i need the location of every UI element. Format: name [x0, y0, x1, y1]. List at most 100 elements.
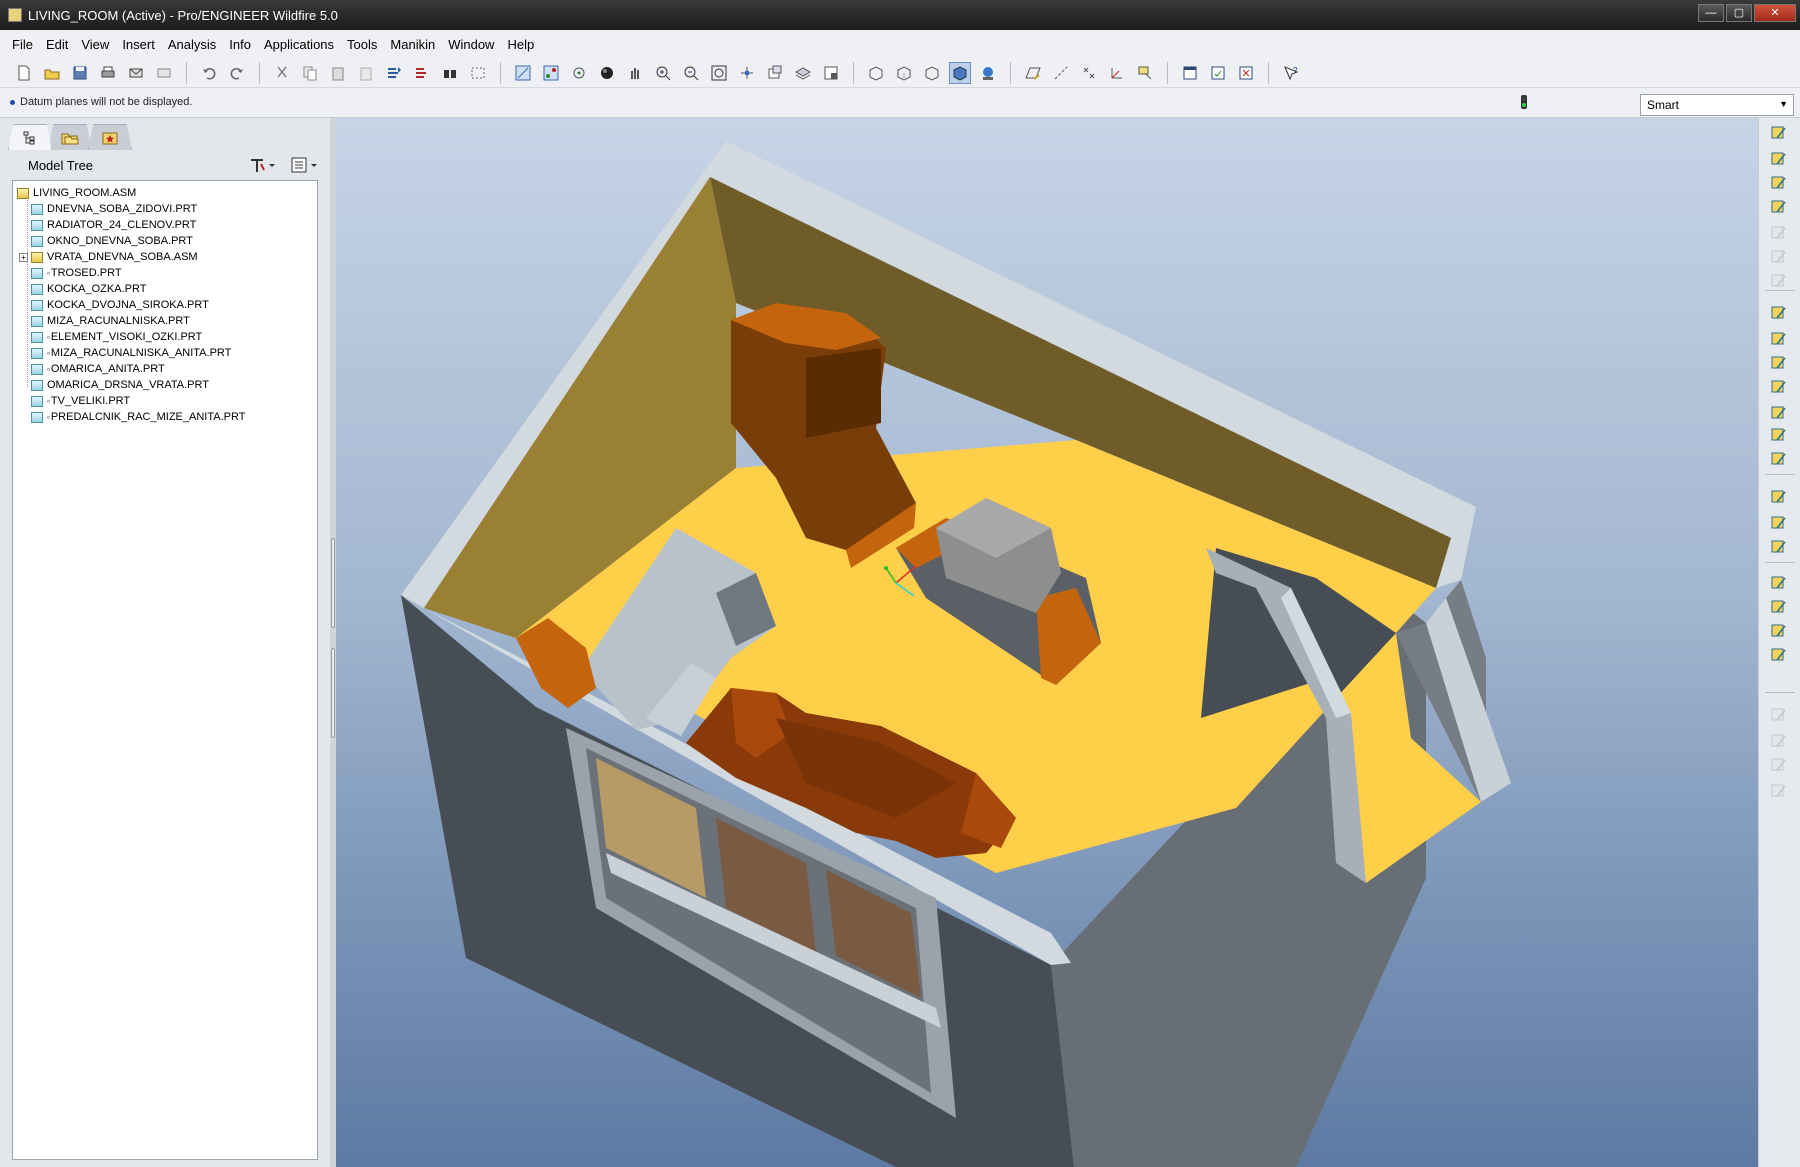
- copy-icon[interactable]: [299, 62, 321, 84]
- refit-icon[interactable]: [708, 62, 730, 84]
- selection-filter-dropdown[interactable]: Smart ▼: [1640, 94, 1794, 116]
- tab-folder-browser[interactable]: [48, 124, 92, 150]
- datum-point-icon[interactable]: [1768, 402, 1790, 424]
- menu-window[interactable]: Window: [442, 37, 500, 52]
- zoom-in-icon[interactable]: [652, 62, 674, 84]
- datum-axis-icon[interactable]: [1768, 352, 1790, 374]
- expand-icon[interactable]: +: [19, 252, 28, 262]
- model-tree-item[interactable]: LIVING_ROOM.ASM: [17, 185, 136, 201]
- datum-curve-icon[interactable]: [1768, 376, 1790, 398]
- menu-analysis[interactable]: Analysis: [162, 37, 222, 52]
- context-help-icon[interactable]: ?: [1280, 62, 1302, 84]
- model-tree-item[interactable]: KOCKA_DVOJNA_SIROKA.PRT: [31, 297, 209, 313]
- model-tree-item[interactable]: MIZA_RACUNALNISKA.PRT: [31, 313, 190, 329]
- close-button[interactable]: ✕: [1754, 4, 1796, 22]
- save-icon[interactable]: [69, 62, 91, 84]
- window-exit-icon[interactable]: [1235, 62, 1257, 84]
- datum-axes-icon[interactable]: [540, 62, 562, 84]
- menu-help[interactable]: Help: [501, 37, 540, 52]
- point-icon[interactable]: [568, 62, 590, 84]
- sketch-icon[interactable]: [1768, 302, 1790, 324]
- csys-display-icon[interactable]: [1106, 62, 1128, 84]
- select-box-icon[interactable]: [467, 62, 489, 84]
- datum-axis-display-icon[interactable]: [1050, 62, 1072, 84]
- traffic-light-icon[interactable]: [1516, 94, 1532, 112]
- new-file-icon[interactable]: [13, 62, 35, 84]
- wireframe-icon[interactable]: [865, 62, 887, 84]
- menu-view[interactable]: View: [75, 37, 115, 52]
- regenerate-manager-icon[interactable]: [411, 62, 433, 84]
- model-tree-item[interactable]: OMARICA_DRSNA_VRATA.PRT: [31, 377, 209, 393]
- zoom-out-icon[interactable]: [680, 62, 702, 84]
- open-file-icon[interactable]: [41, 62, 63, 84]
- annotation-display-icon[interactable]: [1134, 62, 1156, 84]
- model-tree-item[interactable]: ▫ PREDALCNIK_RAC_MIZE_ANITA.PRT: [31, 409, 245, 425]
- paste-icon[interactable]: [327, 62, 349, 84]
- shading-sphere-icon[interactable]: [596, 62, 618, 84]
- reorient-icon[interactable]: [736, 62, 758, 84]
- undo-icon[interactable]: [198, 62, 220, 84]
- show-dropdown-icon[interactable]: [290, 156, 320, 174]
- datum-planes-icon[interactable]: [512, 62, 534, 84]
- graphics-viewport[interactable]: [336, 118, 1758, 1167]
- cut-icon[interactable]: [271, 62, 293, 84]
- layers-icon[interactable]: [792, 62, 814, 84]
- no-hidden-icon[interactable]: [921, 62, 943, 84]
- shading-icon[interactable]: [949, 61, 971, 84]
- model-tree-item[interactable]: + VRATA_DNEVNA_SOBA.ASM: [19, 249, 198, 265]
- find-icon[interactable]: [439, 62, 461, 84]
- manikin-icon[interactable]: [1768, 196, 1790, 218]
- menu-tools[interactable]: Tools: [341, 37, 383, 52]
- settings-dropdown-icon[interactable]: [248, 156, 278, 174]
- splitter-grip[interactable]: [331, 538, 335, 628]
- model-tree-item[interactable]: ▫ TROSED.PRT: [31, 265, 122, 281]
- enhanced-realism-icon[interactable]: [977, 62, 999, 84]
- regenerate-icon[interactable]: [383, 62, 405, 84]
- tab-model-tree[interactable]: [8, 124, 52, 150]
- menu-applications[interactable]: Applications: [258, 37, 340, 52]
- redo-icon[interactable]: [226, 62, 248, 84]
- window-close-icon[interactable]: [1207, 62, 1229, 84]
- menu-edit[interactable]: Edit: [40, 37, 74, 52]
- menu-insert[interactable]: Insert: [116, 37, 161, 52]
- package-icon[interactable]: [1768, 172, 1790, 194]
- hidden-line-icon[interactable]: [893, 62, 915, 84]
- datum-plane-icon[interactable]: [1768, 328, 1790, 350]
- model-tree-item[interactable]: ▫ OMARICA_ANITA.PRT: [31, 361, 165, 377]
- component-create-icon[interactable]: [1768, 148, 1790, 170]
- view-manager-icon[interactable]: [820, 62, 842, 84]
- analysis-icon[interactable]: [1768, 512, 1790, 534]
- paste-special-icon[interactable]: [355, 62, 377, 84]
- model-tree-item[interactable]: OKNO_DNEVNA_SOBA.PRT: [31, 233, 193, 249]
- extrude-icon[interactable]: [1768, 572, 1790, 594]
- maximize-button[interactable]: ▢: [1726, 4, 1752, 22]
- pan-icon[interactable]: [624, 62, 646, 84]
- model-tree-item[interactable]: ▫ ELEMENT_VISOKI_OZKI.PRT: [31, 329, 202, 345]
- window-activate-icon[interactable]: [1179, 62, 1201, 84]
- print-icon[interactable]: [97, 62, 119, 84]
- point-display-icon[interactable]: [1078, 62, 1100, 84]
- revolve-icon[interactable]: [1768, 596, 1790, 618]
- offset-point-icon[interactable]: [1768, 424, 1790, 446]
- model-tree-item[interactable]: RADIATOR_24_CLENOV.PRT: [31, 217, 196, 233]
- splitter-grip[interactable]: [331, 648, 335, 738]
- menu-file[interactable]: File: [6, 37, 39, 52]
- saved-views-icon[interactable]: [764, 62, 786, 84]
- model-tree-item[interactable]: ▫ TV_VELIKI.PRT: [31, 393, 130, 409]
- model-tree-item[interactable]: DNEVNA_SOBA_ZIDOVI.PRT: [31, 201, 197, 217]
- menu-info[interactable]: Info: [223, 37, 257, 52]
- mail-recipient-icon[interactable]: [153, 62, 175, 84]
- menu-manikin[interactable]: Manikin: [384, 37, 441, 52]
- annotation-icon[interactable]: [1768, 486, 1790, 508]
- csys-icon[interactable]: [1768, 448, 1790, 470]
- minimize-button[interactable]: —: [1698, 4, 1724, 22]
- model-tree-item[interactable]: ▫ MIZA_RACUNALNISKA_ANITA.PRT: [31, 345, 231, 361]
- datum-plane-display-icon[interactable]: [1022, 62, 1044, 84]
- model-tree-item[interactable]: KOCKA_OZKA.PRT: [31, 281, 146, 297]
- blend-icon[interactable]: [1768, 644, 1790, 666]
- component-assemble-icon[interactable]: [1768, 122, 1790, 144]
- tab-favorites[interactable]: [88, 124, 132, 150]
- cosmetic-icon[interactable]: [1768, 536, 1790, 558]
- send-mail-icon[interactable]: [125, 62, 147, 84]
- sweep-icon[interactable]: [1768, 620, 1790, 642]
